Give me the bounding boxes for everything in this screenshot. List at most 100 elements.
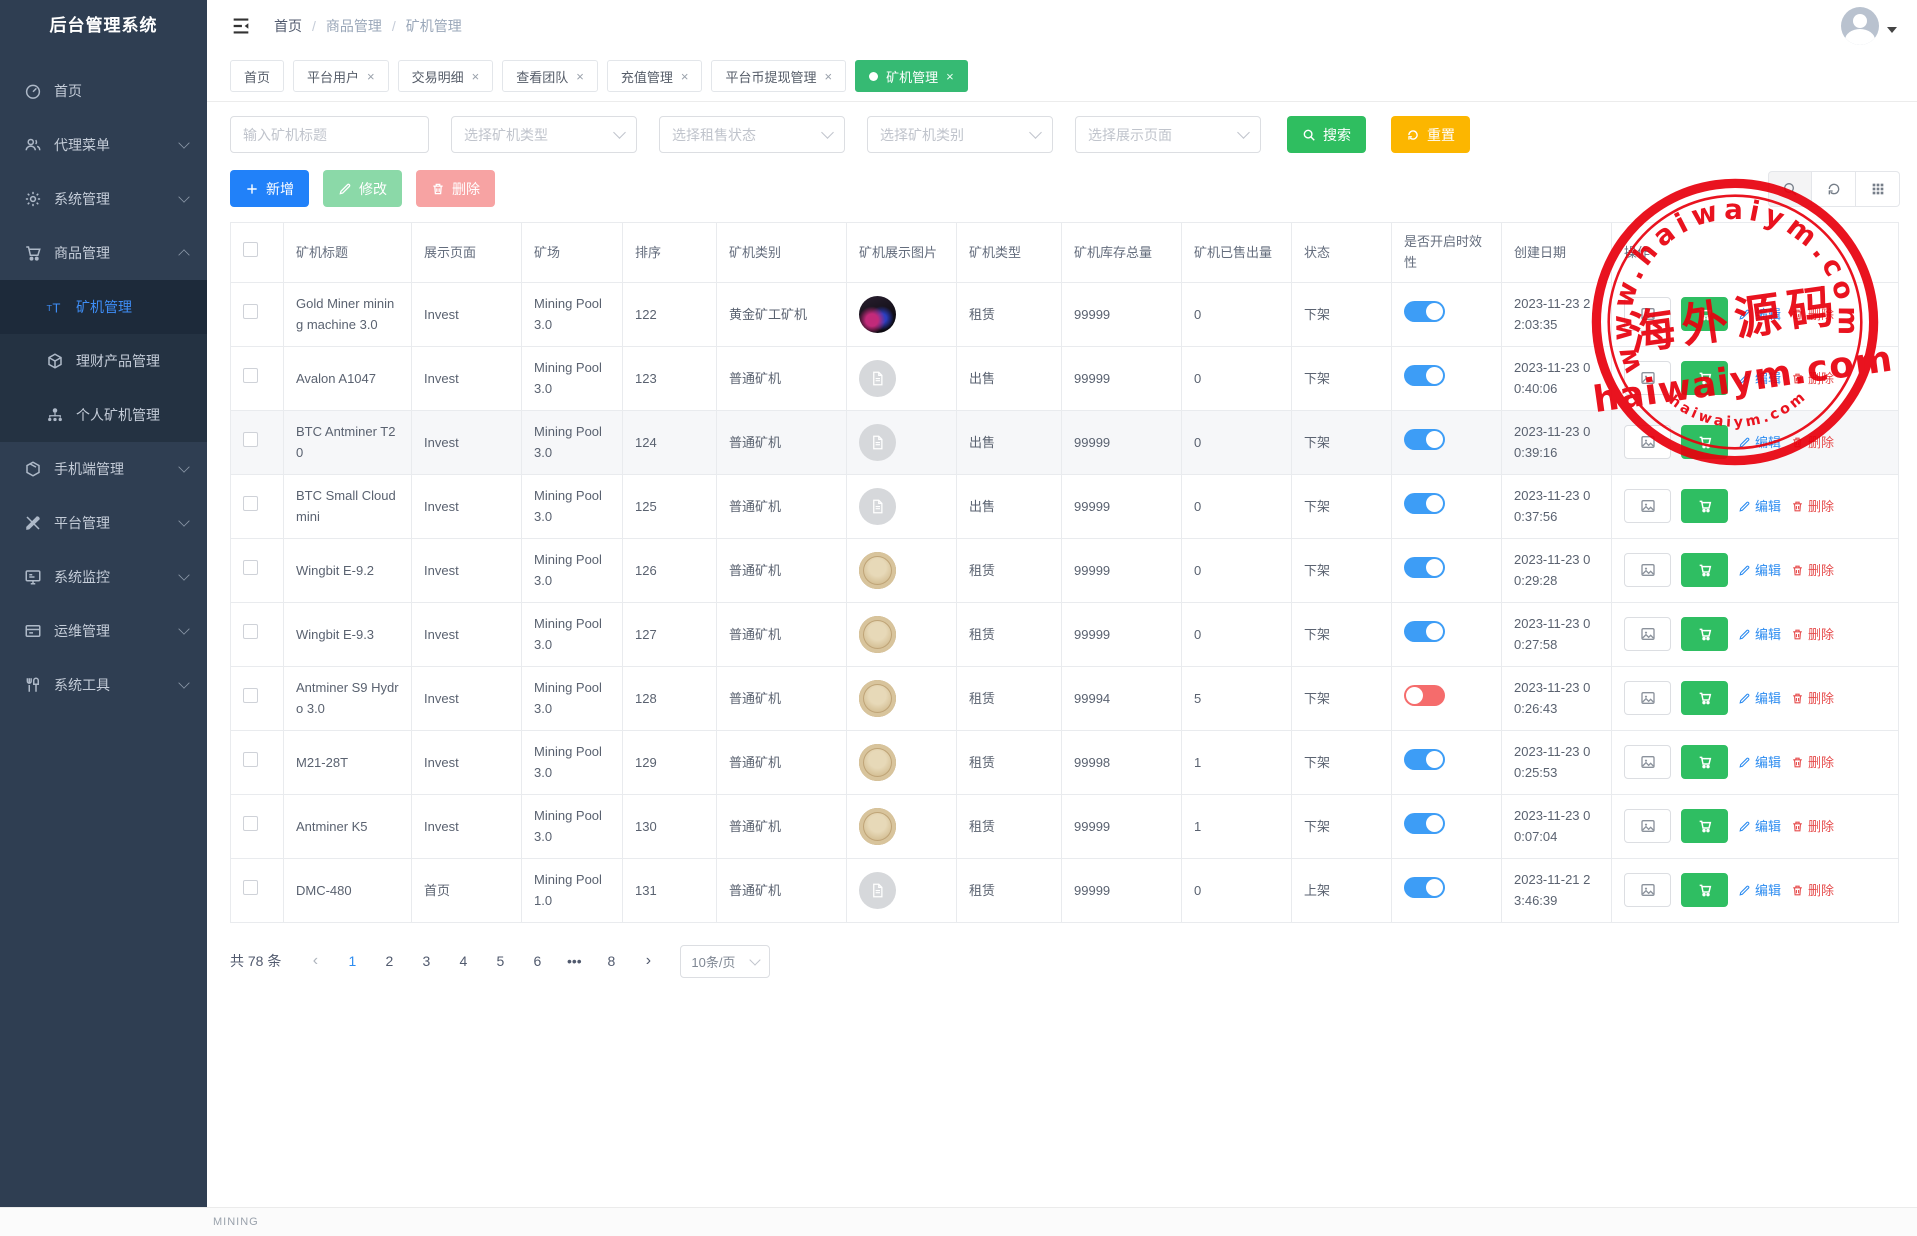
row-delete-link[interactable]: 删除 [1791, 816, 1834, 837]
table-search-toggle-button[interactable] [1768, 171, 1812, 207]
breadcrumb-product[interactable]: 商品管理 [326, 16, 382, 36]
user-avatar[interactable] [1841, 7, 1879, 45]
timeliness-toggle[interactable] [1404, 685, 1445, 706]
row-delete-link[interactable]: 删除 [1791, 496, 1834, 517]
row-image-button[interactable] [1624, 745, 1671, 779]
timeliness-toggle[interactable] [1404, 557, 1445, 578]
page-button[interactable]: 4 [448, 946, 478, 976]
close-tab-icon[interactable]: × [824, 69, 832, 84]
miner-title-input[interactable]: 输入矿机标题 [230, 116, 429, 153]
table-refresh-button[interactable] [1812, 171, 1856, 207]
row-checkbox[interactable] [243, 688, 258, 703]
row-cart-button[interactable] [1681, 489, 1728, 523]
sidebar-item-personal-miner-mgmt[interactable]: 个人矿机管理 [0, 388, 207, 442]
row-edit-link[interactable]: 编辑 [1738, 688, 1781, 709]
miner-category-select[interactable]: 选择矿机类别 [867, 116, 1053, 153]
row-image-button[interactable] [1624, 297, 1671, 331]
add-button[interactable]: 新增 [230, 170, 309, 207]
timeliness-toggle[interactable] [1404, 301, 1445, 322]
page-button[interactable]: 3 [411, 946, 441, 976]
close-tab-icon[interactable]: × [681, 69, 689, 84]
row-cart-button[interactable] [1681, 617, 1728, 651]
sidebar-item-system-monitor[interactable]: 系统监控 [0, 550, 207, 604]
page-button[interactable]: 2 [374, 946, 404, 976]
sidebar-item-agent-menu[interactable]: 代理菜单 [0, 118, 207, 172]
sidebar-item-miner-mgmt[interactable]: TT 矿机管理 [0, 280, 207, 334]
display-page-select[interactable]: 选择展示页面 [1075, 116, 1261, 153]
row-cart-button[interactable] [1681, 745, 1728, 779]
breadcrumb-home[interactable]: 首页 [274, 16, 302, 36]
row-delete-link[interactable]: 删除 [1791, 880, 1834, 901]
sidebar-item-finance-product-mgmt[interactable]: 理财产品管理 [0, 334, 207, 388]
open-tab[interactable]: 平台币提现管理 × [711, 60, 846, 92]
row-edit-link[interactable]: 编辑 [1738, 368, 1781, 389]
sidebar-item-mobile-mgmt[interactable]: 手机端管理 [0, 442, 207, 496]
row-delete-link[interactable]: 删除 [1791, 624, 1834, 645]
row-cart-button[interactable] [1681, 681, 1728, 715]
row-image-button[interactable] [1624, 617, 1671, 651]
page-button[interactable]: 6 [522, 946, 552, 976]
row-edit-link[interactable]: 编辑 [1738, 880, 1781, 901]
row-cart-button[interactable] [1681, 425, 1728, 459]
row-image-button[interactable] [1624, 361, 1671, 395]
row-edit-link[interactable]: 编辑 [1738, 304, 1781, 325]
page-ellipsis[interactable]: ••• [559, 946, 589, 976]
timeliness-toggle[interactable] [1404, 621, 1445, 642]
open-tab[interactable]: 矿机管理 × [855, 60, 968, 92]
row-delete-link[interactable]: 删除 [1791, 304, 1834, 325]
close-tab-icon[interactable]: × [472, 69, 480, 84]
row-delete-link[interactable]: 删除 [1791, 752, 1834, 773]
row-checkbox[interactable] [243, 624, 258, 639]
row-cart-button[interactable] [1681, 361, 1728, 395]
row-cart-button[interactable] [1681, 553, 1728, 587]
row-delete-link[interactable]: 删除 [1791, 688, 1834, 709]
row-edit-link[interactable]: 编辑 [1738, 560, 1781, 581]
row-checkbox[interactable] [243, 304, 258, 319]
row-image-button[interactable] [1624, 873, 1671, 907]
row-checkbox[interactable] [243, 496, 258, 511]
close-tab-icon[interactable]: × [367, 69, 375, 84]
page-button[interactable]: 5 [485, 946, 515, 976]
row-edit-link[interactable]: 编辑 [1738, 752, 1781, 773]
row-checkbox[interactable] [243, 368, 258, 383]
timeliness-toggle[interactable] [1404, 749, 1445, 770]
select-all-checkbox[interactable] [243, 242, 258, 257]
reset-button[interactable]: 重置 [1391, 116, 1470, 153]
row-delete-link[interactable]: 删除 [1791, 560, 1834, 581]
delete-button[interactable]: 删除 [416, 170, 495, 207]
miner-type-select[interactable]: 选择矿机类型 [451, 116, 637, 153]
row-image-button[interactable] [1624, 489, 1671, 523]
prev-page-button[interactable]: ‹ [300, 946, 330, 976]
user-menu-caret-icon[interactable] [1887, 27, 1897, 33]
row-cart-button[interactable] [1681, 809, 1728, 843]
open-tab[interactable]: 充值管理 × [607, 60, 703, 92]
row-image-button[interactable] [1624, 553, 1671, 587]
row-delete-link[interactable]: 删除 [1791, 432, 1834, 453]
sidebar-item-product-mgmt[interactable]: 商品管理 [0, 226, 207, 280]
page-size-select[interactable]: 10条/页 [680, 945, 770, 978]
timeliness-toggle[interactable] [1404, 365, 1445, 386]
row-cart-button[interactable] [1681, 297, 1728, 331]
open-tab[interactable]: 查看团队 × [502, 60, 598, 92]
search-button[interactable]: 搜索 [1287, 116, 1366, 153]
timeliness-toggle[interactable] [1404, 493, 1445, 514]
row-image-button[interactable] [1624, 425, 1671, 459]
close-tab-icon[interactable]: × [576, 69, 584, 84]
table-columns-button[interactable] [1856, 171, 1900, 207]
row-checkbox[interactable] [243, 880, 258, 895]
row-edit-link[interactable]: 编辑 [1738, 496, 1781, 517]
sidebar-collapse-icon[interactable] [230, 15, 252, 37]
timeliness-toggle[interactable] [1404, 429, 1445, 450]
open-tab[interactable]: 首页 × [230, 60, 284, 92]
row-image-button[interactable] [1624, 681, 1671, 715]
row-edit-link[interactable]: 编辑 [1738, 432, 1781, 453]
sidebar-item-system-tools[interactable]: 系统工具 [0, 658, 207, 712]
row-checkbox[interactable] [243, 560, 258, 575]
open-tab[interactable]: 平台用户 × [293, 60, 389, 92]
next-page-button[interactable]: › [633, 946, 663, 976]
open-tab[interactable]: 交易明细 × [398, 60, 494, 92]
sidebar-item-platform-mgmt[interactable]: 平台管理 [0, 496, 207, 550]
row-cart-button[interactable] [1681, 873, 1728, 907]
close-tab-icon[interactable]: × [946, 69, 954, 84]
page-button[interactable]: 1 [337, 946, 367, 976]
